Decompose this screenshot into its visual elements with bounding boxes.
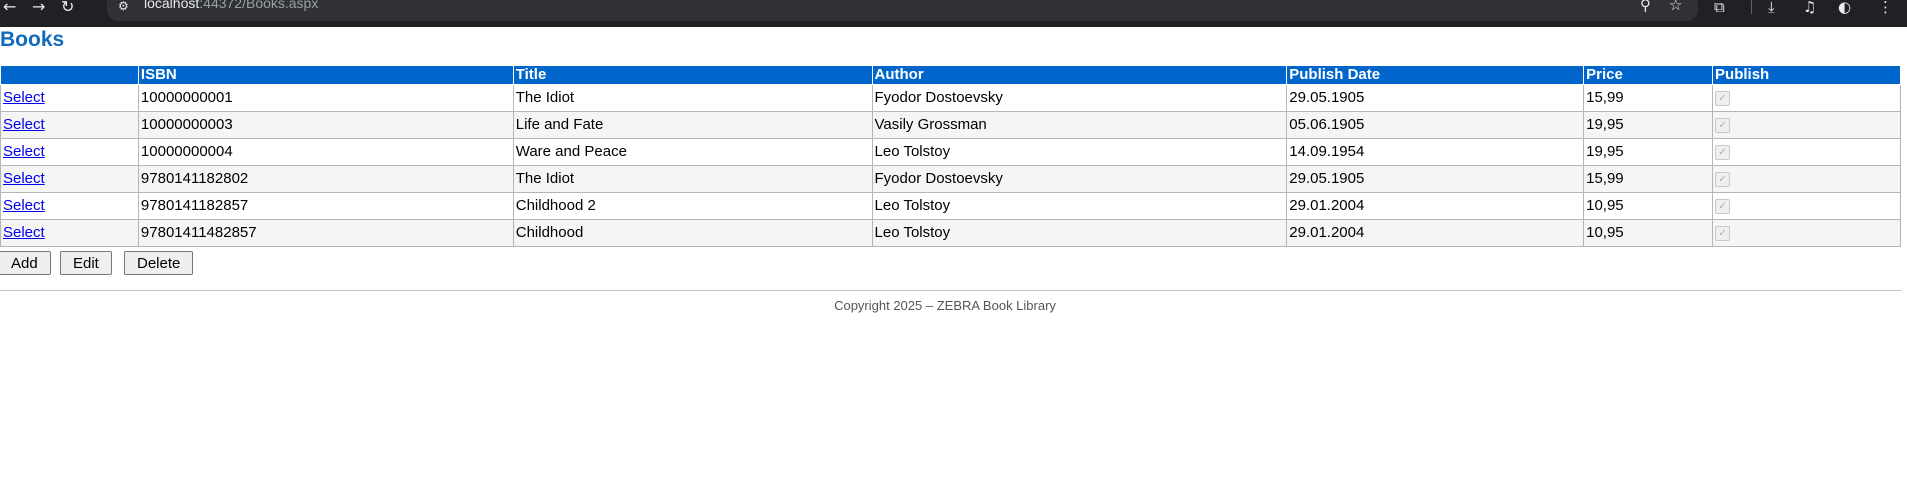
table-row: Select 10000000001 The Idiot Fyodor Dost… (0, 84, 1901, 112)
price-cell: 15,99 (1583, 165, 1714, 193)
publish-cell: ✓ (1712, 111, 1901, 139)
url-path: :44372/Books.aspx (199, 0, 319, 11)
isbn-cell: 10000000003 (137, 111, 514, 139)
table-header-row: ISBN Title Author Publish Date Price Pub… (0, 65, 1901, 85)
column-header-price[interactable]: Price (1583, 65, 1714, 85)
forward-arrow-icon[interactable]: → (32, 0, 45, 15)
column-header-author[interactable]: Author (871, 65, 1288, 85)
author-cell: Leo Tolstoy (871, 138, 1288, 166)
title-cell: Life and Fate (512, 111, 873, 139)
profile-avatar-icon[interactable]: ◐ (1838, 0, 1851, 15)
footer-divider (0, 290, 1901, 291)
publish-checkbox: ✓ (1715, 198, 1731, 214)
isbn-cell: 9780141182802 (137, 165, 514, 193)
page-title: Books (0, 28, 65, 51)
publish-date-cell: 29.05.1905 (1286, 165, 1585, 193)
publish-checkbox: ✓ (1715, 117, 1731, 133)
address-bar[interactable]: ⚙ localhost:44372/Books.aspx ⚲ ☆ (107, 0, 1698, 21)
footer-copyright: Copyright 2025 – ZEBRA Book Library (834, 298, 1056, 313)
price-cell: 15,99 (1583, 84, 1714, 112)
author-cell: Fyodor Dostoevsky (871, 84, 1288, 112)
isbn-cell: 10000000004 (137, 138, 514, 166)
table-row: Select 97801411482857 Childhood Leo Tols… (0, 219, 1901, 247)
publish-cell: ✓ (1712, 165, 1901, 193)
publish-checkbox: ✓ (1715, 225, 1731, 241)
select-link[interactable]: Select (3, 89, 45, 106)
select-link[interactable]: Select (3, 170, 45, 187)
reload-icon[interactable]: ↻ (61, 0, 74, 15)
author-cell: Leo Tolstoy (871, 192, 1288, 220)
title-cell: Childhood 2 (512, 192, 873, 220)
title-cell: Childhood (512, 219, 873, 247)
select-link[interactable]: Select (3, 143, 45, 160)
delete-button[interactable]: Delete (124, 251, 194, 275)
author-cell: Leo Tolstoy (871, 219, 1288, 247)
browser-toolbar: ← → ↻ ⚙ localhost:44372/Books.aspx ⚲ ☆ ⧉… (0, 0, 1907, 27)
price-cell: 19,95 (1583, 138, 1714, 166)
zoom-icon[interactable]: ⚲ (1640, 0, 1651, 13)
url-host: localhost (144, 0, 200, 11)
select-cell: Select (0, 84, 139, 112)
column-header-publish[interactable]: Publish (1712, 65, 1901, 85)
publish-date-cell: 29.01.2004 (1286, 219, 1585, 247)
table-row: Select 10000000004 Ware and Peace Leo To… (0, 138, 1901, 166)
select-cell: Select (0, 192, 139, 220)
books-table: ISBN Title Author Publish Date Price Pub… (0, 65, 1901, 247)
title-cell: The Idiot (512, 165, 873, 193)
select-cell: Select (0, 138, 139, 166)
publish-cell: ✓ (1712, 219, 1901, 247)
publish-checkbox: ✓ (1715, 144, 1731, 160)
back-arrow-icon[interactable]: ← (3, 0, 16, 15)
select-cell: Select (0, 219, 139, 247)
publish-checkbox: ✓ (1715, 171, 1731, 187)
edit-button[interactable]: Edit (60, 251, 112, 275)
publish-checkbox: ✓ (1715, 90, 1731, 106)
select-link[interactable]: Select (3, 116, 45, 133)
bookmark-star-icon[interactable]: ☆ (1669, 0, 1682, 13)
publish-date-cell: 05.06.1905 (1286, 111, 1585, 139)
table-row: Select 10000000003 Life and Fate Vasily … (0, 111, 1901, 139)
column-header-publish-date[interactable]: Publish Date (1286, 65, 1585, 85)
publish-cell: ✓ (1712, 138, 1901, 166)
url-text[interactable]: localhost:44372/Books.aspx (144, 0, 318, 11)
author-cell: Fyodor Dostoevsky (871, 165, 1288, 193)
column-header-isbn[interactable]: ISBN (137, 65, 514, 85)
table-row: Select 9780141182802 The Idiot Fyodor Do… (0, 165, 1901, 193)
select-cell: Select (0, 165, 139, 193)
price-cell: 19,95 (1583, 111, 1714, 139)
price-cell: 10,95 (1583, 219, 1714, 247)
column-header-title[interactable]: Title (512, 65, 873, 85)
media-playlist-icon[interactable]: ♫ (1803, 0, 1816, 15)
menu-kebab-icon[interactable]: ⋮ (1878, 0, 1893, 15)
download-icon[interactable]: ⤓ (1768, 0, 1775, 15)
price-cell: 10,95 (1583, 192, 1714, 220)
publish-date-cell: 29.05.1905 (1286, 84, 1585, 112)
publish-date-cell: 14.09.1954 (1286, 138, 1585, 166)
add-button[interactable]: Add (0, 251, 51, 275)
publish-date-cell: 29.01.2004 (1286, 192, 1585, 220)
title-cell: Ware and Peace (512, 138, 873, 166)
select-cell: Select (0, 111, 139, 139)
isbn-cell: 9780141182857 (137, 192, 514, 220)
publish-cell: ✓ (1712, 192, 1901, 220)
isbn-cell: 97801411482857 (137, 219, 514, 247)
site-info-icon[interactable]: ⚙ (118, 0, 129, 13)
table-row: Select 9780141182857 Childhood 2 Leo Tol… (0, 192, 1901, 220)
publish-cell: ✓ (1712, 84, 1901, 112)
toolbar-divider (1751, 0, 1752, 14)
column-header-select (0, 65, 139, 85)
author-cell: Vasily Grossman (871, 111, 1288, 139)
isbn-cell: 10000000001 (137, 84, 514, 112)
select-link[interactable]: Select (3, 197, 45, 214)
select-link[interactable]: Select (3, 224, 45, 241)
extensions-icon[interactable]: ⧉ (1714, 0, 1725, 15)
title-cell: The Idiot (512, 84, 873, 112)
